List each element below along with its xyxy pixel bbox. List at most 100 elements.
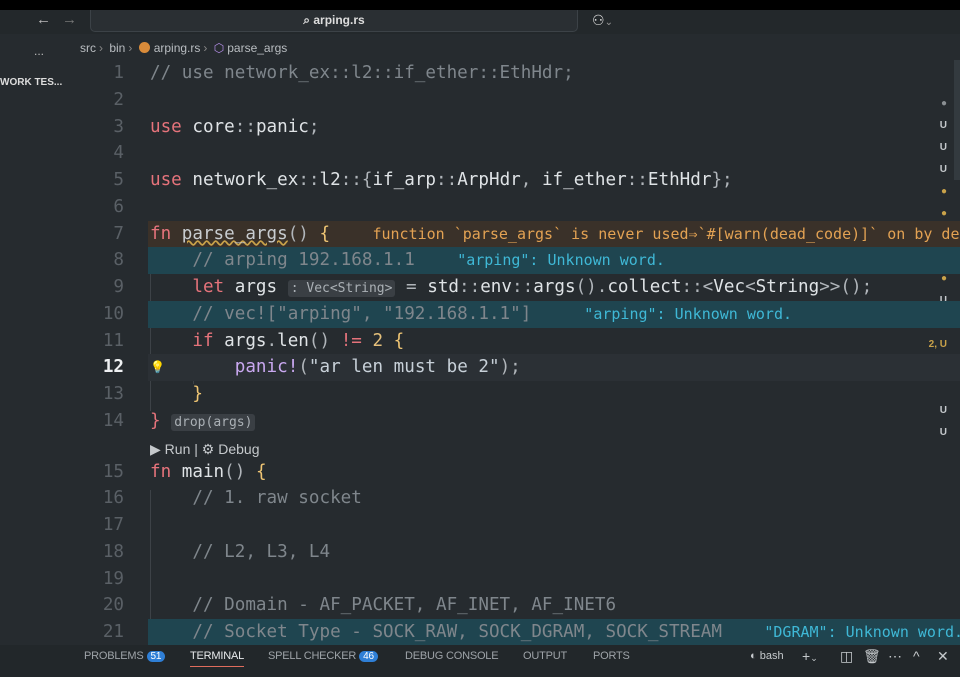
terminal-shell-selector[interactable]: ◐ bash — [750, 650, 784, 662]
copilot-icon[interactable]: ⚇⌄ — [592, 12, 613, 29]
breadcrumb-bin[interactable]: bin — [109, 41, 125, 55]
code-token: len — [277, 330, 309, 351]
code-token: // L2, L3, L4 — [150, 541, 331, 562]
maximize-panel-icon[interactable]: ^ — [913, 648, 920, 664]
code-token: 2 — [372, 330, 394, 351]
line-number: 14 — [102, 410, 124, 431]
code-line[interactable]: 16 // 1. raw socket — [0, 485, 960, 512]
diagnostic-message: function `parse_args` is never used⇒`#[w… — [372, 224, 960, 243]
code-token: >> — [819, 277, 841, 297]
command-center-search[interactable]: ⌕ arping.rs — [90, 10, 578, 32]
new-terminal-plus-icon[interactable]: +⌄ — [802, 648, 818, 664]
code-token: if — [150, 330, 225, 351]
tab-output[interactable]: OUTPUT — [523, 650, 567, 662]
line-number: 7 — [113, 223, 124, 244]
code-line[interactable]: 10 // vec!["arping", "192.168.1.1"] "arp… — [0, 300, 960, 328]
search-icon: ⌕ — [303, 13, 314, 27]
line-number: 21 — [102, 622, 124, 643]
code-text: fn parse_args() { function `parse_args` … — [150, 221, 960, 248]
more-actions-icon[interactable]: ⋯ — [888, 648, 902, 665]
code-line[interactable]: 20 // Domain - AF_PACKET, AF_INET, AF_IN… — [0, 592, 960, 619]
line-number: 9 — [113, 277, 124, 297]
code-line[interactable]: 2 — [0, 87, 960, 114]
breadcrumb-symbol[interactable]: parse_args — [227, 41, 287, 55]
code-line[interactable]: 17 — [0, 512, 960, 539]
code-line[interactable]: 8 // arping 192.168.1.1 "arping": Unknow… — [0, 247, 960, 275]
code-token: :: — [436, 170, 458, 190]
code-token: ArpHdr — [457, 170, 521, 190]
code-text: // arping 192.168.1.1 "arping": Unknown … — [150, 247, 665, 274]
explorer-more-button[interactable]: ... — [34, 44, 44, 58]
line-number: 20 — [102, 595, 124, 616]
split-terminal-icon[interactable]: ◫ — [840, 648, 853, 665]
code-token: args — [533, 277, 576, 297]
code-line[interactable]: 14} drop(args) — [0, 408, 960, 435]
code-editor[interactable]: ▶ Run | ⚙ Debug 1 // use network_ex::l2::… — [0, 60, 960, 645]
line-number: 19 — [102, 568, 124, 589]
code-token: if_ether — [541, 170, 627, 190]
line-number: 2 — [113, 89, 124, 110]
code-token: // arping 192.168.1.1 — [150, 250, 415, 271]
code-token: EthHdr — [647, 170, 712, 190]
code-line[interactable]: 5 use network_ex::l2::{if_arp::ArpHdr, if… — [0, 167, 960, 194]
code-line[interactable]: 9 let args : Vec<String> = std::env::arg… — [0, 274, 960, 301]
code-token: () — [308, 330, 341, 351]
forward-arrow-icon[interactable]: → — [62, 11, 77, 28]
code-token: fn — [150, 223, 182, 244]
code-line[interactable]: 21 // Socket Type - SOCK_RAW, SOCK_DGRAM… — [0, 619, 960, 645]
code-token: ( — [298, 357, 309, 378]
tab-terminal[interactable]: TERMINAL — [190, 650, 244, 667]
tab-ports[interactable]: PORTS — [593, 650, 630, 662]
debug-icon: ⚙ — [201, 441, 215, 457]
line-number: 17 — [102, 515, 124, 536]
code-line[interactable]: 11 if args.len() != 2 { — [0, 328, 960, 355]
tab-spell-checker[interactable]: SPELL CHECKER 46 — [268, 650, 378, 662]
code-text: fn main() { — [150, 459, 267, 486]
code-token: // use network_ex::l2::if_ether::EthHdr; — [150, 63, 574, 83]
code-token: // 1. raw socket — [150, 488, 362, 509]
code-line[interactable]: 1 // use network_ex::l2::if_ether::EthHdr… — [0, 60, 960, 87]
code-token: (); — [840, 277, 873, 297]
code-line[interactable]: 18 // L2, L3, L4 — [0, 539, 960, 566]
code-token: env — [480, 277, 512, 297]
code-token: ::< — [681, 277, 714, 297]
code-line[interactable]: 6 — [0, 194, 960, 221]
code-token: if_arp — [372, 170, 437, 190]
code-text: } — [150, 381, 203, 408]
code-line[interactable]: 7 fn parse_args() { function `parse_args`… — [0, 220, 960, 248]
trash-icon[interactable]: 🗑 — [863, 648, 881, 665]
code-text: let args : Vec<String> = std::env::args(… — [150, 274, 872, 302]
scrollbar[interactable] — [954, 60, 960, 180]
diagnostic-message: "DGRAM": Unknown word. — [764, 623, 960, 642]
code-line[interactable]: 12 panic!("ar len must be 2"); 💡 — [0, 354, 960, 382]
code-line[interactable]: 13 } — [0, 381, 960, 408]
code-line[interactable]: 4 — [0, 140, 960, 167]
back-arrow-icon[interactable]: ← — [36, 11, 51, 28]
code-token: }; — [711, 170, 733, 190]
line-number: 11 — [102, 330, 124, 351]
code-line[interactable]: 15 fn main() { — [0, 459, 960, 486]
codelens-separator: | — [194, 441, 198, 457]
code-token: ) — [499, 357, 511, 378]
code-line[interactable]: 19 — [0, 566, 960, 593]
line-number: 13 — [102, 384, 124, 404]
line-number: 12 — [102, 357, 124, 378]
code-token: } — [150, 410, 161, 431]
close-panel-icon[interactable]: ✕ — [937, 648, 949, 665]
lightbulb-icon[interactable]: 💡 — [150, 354, 165, 381]
code-text: use core::panic; — [150, 114, 320, 141]
codelens-run[interactable]: Run — [165, 441, 191, 457]
breadcrumb-file[interactable]: arping.rs — [154, 41, 201, 55]
code-line[interactable]: 3 use core::panic; — [0, 114, 960, 141]
code-token: fn — [150, 461, 182, 482]
code-token: :: — [340, 170, 362, 190]
line-number: 10 — [102, 303, 124, 324]
rust-file-icon — [138, 42, 150, 53]
codelens-debug[interactable]: Debug — [218, 441, 259, 457]
tab-debug-console[interactable]: DEBUG CONSOLE — [405, 650, 499, 662]
breadcrumb-src[interactable]: src — [80, 41, 96, 55]
tab-problems[interactable]: PROBLEMS 51 — [84, 650, 166, 662]
code-text: // vec!["arping", "192.168.1.1"] "arping… — [150, 301, 792, 328]
